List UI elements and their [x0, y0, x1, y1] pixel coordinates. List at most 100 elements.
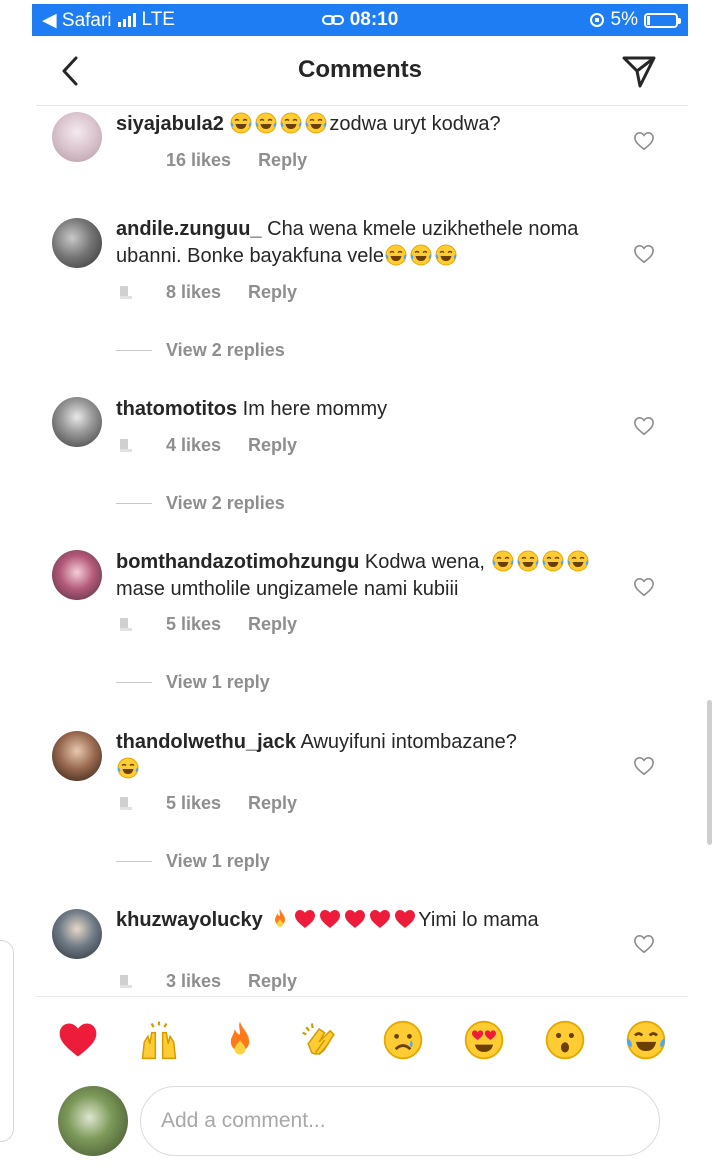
tears-of-joy-icon — [254, 111, 278, 135]
quick-reactions-bar — [36, 1012, 688, 1068]
heart-eyes-reaction-icon[interactable] — [462, 1018, 506, 1062]
fire-reaction-icon[interactable] — [218, 1018, 262, 1062]
tears-of-joy-icon — [491, 549, 515, 573]
media-thumbnail — [116, 972, 136, 992]
clapping-hands-reaction-icon[interactable] — [299, 1018, 343, 1062]
avatar[interactable] — [52, 550, 102, 600]
heart-reaction-icon[interactable] — [56, 1018, 100, 1062]
tears-of-joy-icon — [279, 111, 303, 135]
like-count[interactable]: 8 likes — [166, 282, 221, 303]
red-heart-icon — [293, 907, 317, 931]
comments-header: Comments — [0, 36, 720, 106]
current-user-avatar — [58, 1086, 128, 1156]
surprised-face-reaction-icon[interactable] — [543, 1018, 587, 1062]
like-heart-icon[interactable] — [633, 934, 655, 954]
like-count[interactable]: 3 likes — [166, 971, 221, 992]
view-replies-label: View 1 reply — [166, 672, 270, 692]
fire-icon — [268, 907, 292, 931]
red-heart-icon — [368, 907, 392, 931]
avatar[interactable] — [52, 112, 102, 162]
link-icon — [321, 15, 344, 25]
clock: 08:10 — [349, 9, 399, 30]
tears-of-joy-icon — [434, 243, 458, 267]
reply-button[interactable]: Reply — [248, 971, 297, 992]
direct-send-icon[interactable] — [620, 52, 658, 90]
comment-text: mase umtholile ungizamele nami kubiii — [116, 578, 459, 600]
media-thumbnail — [116, 283, 136, 303]
view-replies-label: View 2 replies — [166, 340, 285, 360]
like-heart-icon[interactable] — [633, 756, 655, 776]
tears-of-joy-icon — [384, 243, 408, 267]
comment-text: Yimi lo mama — [418, 909, 539, 931]
comment-text: zodwa uryt kodwa? — [329, 113, 501, 135]
tears-of-joy-icon — [566, 549, 590, 573]
divider — [36, 996, 688, 997]
side-panel-edge — [0, 940, 14, 1142]
tears-of-joy-icon — [409, 243, 433, 267]
like-heart-icon[interactable] — [633, 577, 655, 597]
tears-of-joy-icon — [304, 111, 328, 135]
network-type: LTE — [141, 9, 175, 30]
comment-text: Kodwa wena, — [359, 551, 485, 573]
view-replies-button[interactable]: View 2 replies — [116, 340, 285, 361]
comment-username[interactable]: thandolwethu_jack — [116, 731, 296, 753]
tears-of-joy-icon — [229, 111, 253, 135]
red-heart-icon — [393, 907, 417, 931]
tears-of-joy-icon — [516, 549, 540, 573]
media-thumbnail — [116, 151, 136, 171]
comment-input[interactable] — [140, 1086, 660, 1156]
like-count[interactable]: 4 likes — [166, 435, 221, 456]
reply-button[interactable]: Reply — [258, 150, 307, 171]
reply-button[interactable]: Reply — [248, 793, 297, 814]
comment-username[interactable]: bomthandazotimohzungu — [116, 551, 359, 573]
divider — [116, 861, 152, 862]
battery-icon — [644, 12, 681, 28]
media-thumbnail — [116, 794, 136, 814]
comment-username[interactable]: siyajabula2 — [116, 113, 224, 135]
like-heart-icon[interactable] — [633, 131, 655, 151]
media-thumbnail — [116, 436, 136, 456]
divider — [116, 350, 152, 351]
orientation-lock-icon — [589, 13, 604, 27]
raised-hands-reaction-icon[interactable] — [137, 1018, 181, 1062]
reply-button[interactable]: Reply — [248, 435, 297, 456]
page-title: Comments — [297, 56, 423, 83]
comments-list[interactable]: siyajabula2 zodwa uryt kodwa? 16 likes R… — [0, 106, 720, 996]
red-heart-icon — [318, 907, 342, 931]
tears-of-joy-icon — [541, 549, 565, 573]
tears-of-joy-icon — [116, 756, 140, 780]
view-replies-button[interactable]: View 1 reply — [116, 851, 270, 872]
comment-username[interactable]: khuzwayolucky — [116, 909, 263, 931]
like-count[interactable]: 5 likes — [166, 793, 221, 814]
view-replies-label: View 2 replies — [166, 493, 285, 513]
reply-button[interactable]: Reply — [248, 614, 297, 635]
divider — [116, 682, 152, 683]
tears-of-joy-reaction-icon[interactable] — [624, 1018, 668, 1062]
comment-username[interactable]: thatomotitos — [116, 398, 237, 420]
avatar[interactable] — [52, 731, 102, 781]
scrollbar[interactable] — [707, 700, 712, 845]
media-thumbnail — [116, 615, 136, 635]
like-heart-icon[interactable] — [633, 416, 655, 436]
view-replies-button[interactable]: View 2 replies — [116, 493, 285, 514]
signal-icon — [117, 13, 136, 27]
comment-text: Im here mommy — [237, 398, 388, 420]
reply-button[interactable]: Reply — [248, 282, 297, 303]
view-replies-label: View 1 reply — [166, 851, 270, 871]
avatar[interactable] — [52, 218, 102, 268]
like-count[interactable]: 5 likes — [166, 614, 221, 635]
like-heart-icon[interactable] — [633, 244, 655, 264]
comment-composer — [36, 1082, 688, 1162]
divider — [116, 503, 152, 504]
status-bar: ◀ Safari LTE 08:10 5% — [32, 4, 688, 36]
red-heart-icon — [343, 907, 367, 931]
comment-text: Awuyifuni intombazane? — [296, 731, 517, 753]
avatar[interactable] — [52, 397, 102, 447]
like-count[interactable]: 16 likes — [166, 150, 231, 171]
battery-percent: 5% — [610, 9, 638, 30]
view-replies-button[interactable]: View 1 reply — [116, 672, 270, 693]
comment-username[interactable]: andile.zunguu_ — [116, 218, 262, 240]
avatar[interactable] — [52, 909, 102, 959]
back-to-app[interactable]: ◀ Safari — [42, 9, 112, 32]
crying-face-reaction-icon[interactable] — [381, 1018, 425, 1062]
